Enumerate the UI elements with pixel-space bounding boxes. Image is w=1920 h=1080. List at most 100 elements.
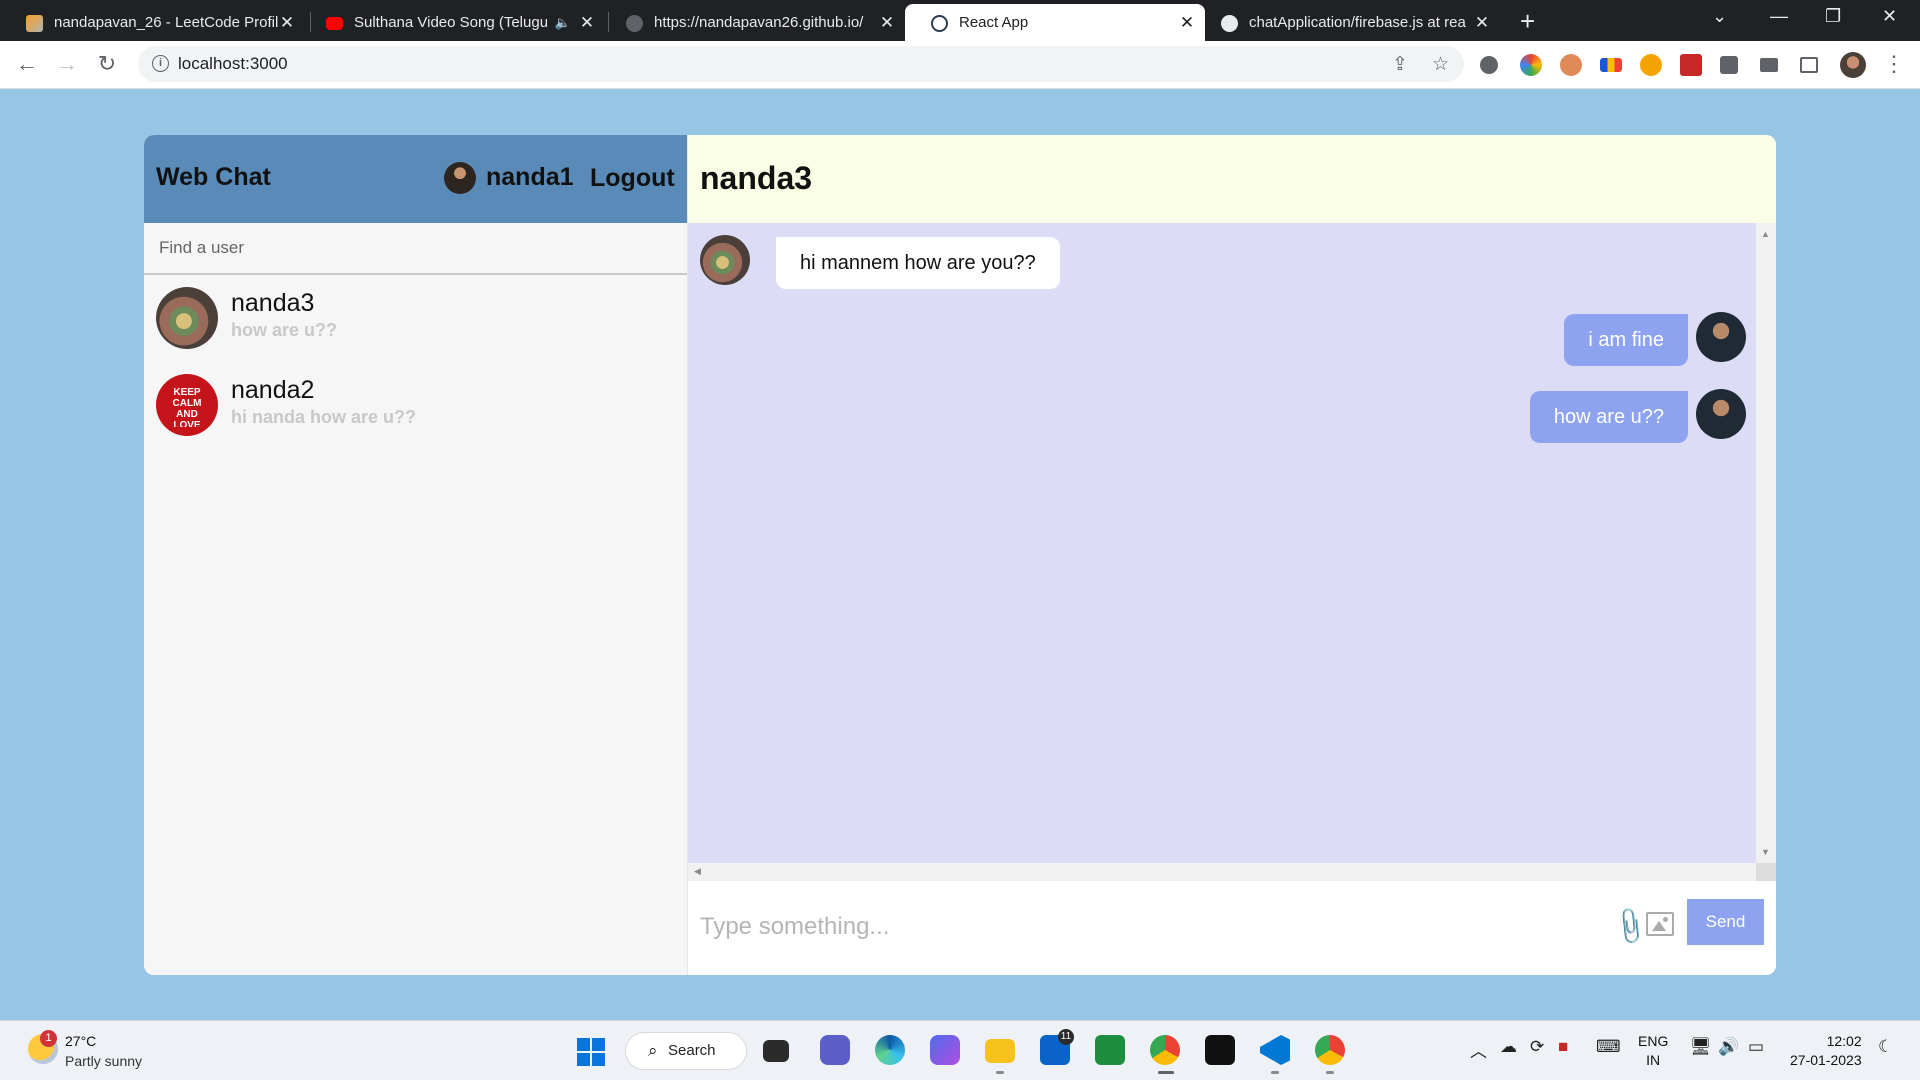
back-icon[interactable]: ← <box>13 50 41 78</box>
weather-badge: 1 <box>40 1030 57 1047</box>
close-icon[interactable]: ✕ <box>1474 13 1490 33</box>
address-url[interactable]: localhost:3000 <box>178 54 288 74</box>
send-button[interactable]: Send <box>1687 899 1764 945</box>
app-logo: Web Chat <box>156 163 271 191</box>
forward-icon[interactable]: → <box>53 50 81 78</box>
tab-leetcode[interactable]: nandapavan_26 - LeetCode Profil ✕ <box>0 4 305 41</box>
scroll-left-icon[interactable]: ◀ <box>694 866 701 877</box>
tab-search-chevron-icon[interactable]: ⌄ <box>1712 6 1727 27</box>
windows-start-icon[interactable] <box>577 1038 605 1066</box>
language-code: ENG <box>1638 1033 1669 1049</box>
chevron-up-icon[interactable]: ︿ <box>1470 1037 1487 1062</box>
teams-chat-icon[interactable] <box>820 1035 850 1065</box>
close-icon[interactable]: ✕ <box>879 13 895 33</box>
tab-github[interactable]: chatApplication/firebase.js at rea ✕ <box>1195 4 1500 41</box>
scroll-up-icon[interactable]: ▲ <box>1761 229 1770 239</box>
reload-icon[interactable]: ↻ <box>93 50 121 78</box>
tab-youtube[interactable]: Sulthana Video Song (Telugu 🔈 ✕ <box>300 4 605 41</box>
pen-extension-icon[interactable] <box>1640 54 1662 76</box>
stats-extension-icon[interactable] <box>1600 58 1622 72</box>
browser-tab-strip: nandapavan_26 - LeetCode Profil ✕ Sultha… <box>0 0 1920 41</box>
region-code: IN <box>1646 1052 1661 1068</box>
horizontal-scrollbar[interactable]: ◀ ▶ <box>688 863 1776 881</box>
logout-button[interactable]: Logout <box>590 164 675 193</box>
chrome-profile-icon[interactable] <box>1315 1035 1345 1065</box>
taskbar-search-button[interactable]: ⌕ Search <box>625 1032 747 1070</box>
chat-item-nanda3[interactable]: nanda3 how are u?? <box>144 275 687 362</box>
weather-temperature[interactable]: 27°C <box>65 1033 96 1049</box>
tab-label: React App <box>959 14 1029 31</box>
globe-icon <box>626 15 643 32</box>
current-user-avatar <box>444 162 476 194</box>
close-icon[interactable]: ✕ <box>1179 13 1195 33</box>
chat-header: nanda3 <box>688 135 1776 223</box>
avatar <box>156 287 218 349</box>
side-panel-icon[interactable] <box>1800 57 1818 73</box>
chat-panel: nanda3 hi mannem how are you?? i am fine… <box>688 135 1776 975</box>
running-indicator <box>996 1071 1004 1074</box>
active-indicator <box>1158 1071 1174 1074</box>
profile-avatar[interactable] <box>1840 52 1866 78</box>
search-input[interactable] <box>144 223 687 273</box>
tab-github-io[interactable]: https://nandapavan26.github.io/ ✕ <box>600 4 905 41</box>
address-bar[interactable]: i localhost:3000 ⇪ ☆ <box>138 46 1464 82</box>
restore-icon[interactable]: ❐ <box>1825 6 1841 27</box>
bookmark-star-icon[interactable]: ☆ <box>1432 53 1449 76</box>
scroll-down-icon[interactable]: ▼ <box>1761 847 1770 857</box>
task-view-icon[interactable] <box>763 1040 789 1062</box>
site-info-icon[interactable]: i <box>152 55 169 72</box>
message-bubble-incoming: hi mannem how are you?? <box>776 237 1060 289</box>
message-bubble-outgoing: i am fine <box>1564 314 1688 366</box>
tab-react-app[interactable]: React App ✕ <box>905 4 1205 41</box>
bug-extension-icon[interactable] <box>1480 56 1498 74</box>
sync-icon[interactable]: ⟳ <box>1530 1037 1544 1057</box>
running-indicator <box>1326 1071 1334 1074</box>
github-icon <box>1221 15 1238 32</box>
keyboard-icon[interactable]: ⌨ <box>1596 1037 1621 1057</box>
minimize-icon[interactable]: — <box>1770 6 1788 27</box>
app-tray-icon[interactable]: ■ <box>1558 1037 1568 1057</box>
classroom-icon[interactable] <box>1095 1035 1125 1065</box>
share-icon[interactable]: ⇪ <box>1392 53 1408 76</box>
face-extension-icon[interactable] <box>1560 54 1582 76</box>
chrome-icon[interactable] <box>1150 1035 1180 1065</box>
chat-item-nanda2[interactable]: KEEP CALM AND LOVE CODING nanda2 hi nand… <box>144 362 687 449</box>
file-explorer-icon[interactable] <box>985 1039 1015 1063</box>
tab-label: Sulthana Video Song (Telugu <box>354 14 547 31</box>
add-image-icon[interactable] <box>1646 912 1674 936</box>
color-extension-icon[interactable] <box>1520 54 1542 76</box>
chat-app-container: Web Chat nanda1 Logout nanda3 how are u?… <box>144 135 1776 975</box>
close-icon[interactable]: ✕ <box>279 13 295 33</box>
tab-label: chatApplication/firebase.js at rea <box>1249 14 1466 31</box>
red-extension-icon[interactable] <box>1680 54 1702 76</box>
vscode-icon[interactable] <box>1260 1035 1290 1065</box>
browser-toolbar: ← → ↻ i localhost:3000 ⇪ ☆ ⋮ <box>0 41 1920 89</box>
copilot-icon[interactable] <box>930 1035 960 1065</box>
moon-focus-icon[interactable]: ☾ <box>1878 1037 1893 1057</box>
window-close-icon[interactable]: ✕ <box>1882 6 1897 27</box>
scrollbar-corner <box>1756 863 1776 881</box>
speaker-muted-icon[interactable]: 🔈 <box>555 15 571 31</box>
edge-browser-icon[interactable] <box>875 1035 905 1065</box>
close-icon[interactable]: ✕ <box>579 13 595 33</box>
sidebar-header: Web Chat nanda1 Logout <box>144 135 687 223</box>
avatar <box>700 235 750 285</box>
terminal-icon[interactable] <box>1205 1035 1235 1065</box>
mail-badge: 11 <box>1058 1029 1074 1045</box>
message-bubble-outgoing: how are u?? <box>1529 391 1688 443</box>
new-tab-icon[interactable]: + <box>1520 6 1535 37</box>
battery-icon[interactable]: ▭ <box>1748 1037 1764 1057</box>
avatar <box>1696 312 1746 362</box>
volume-icon[interactable]: 🔊 <box>1718 1037 1739 1057</box>
weather-condition[interactable]: Partly sunny <box>65 1053 142 1069</box>
messages-area[interactable]: hi mannem how are you?? i am fine how ar… <box>688 223 1776 863</box>
language-indicator[interactable]: ENG IN <box>1638 1032 1668 1070</box>
onedrive-cloud-icon[interactable]: ☁ <box>1500 1037 1517 1057</box>
vertical-scrollbar[interactable]: ▲ ▼ <box>1756 223 1776 863</box>
network-icon[interactable]: 🖥 <box>1690 1037 1712 1057</box>
kebab-menu-icon[interactable]: ⋮ <box>1880 50 1908 78</box>
puzzle-extensions-icon[interactable] <box>1720 56 1738 74</box>
message-input[interactable] <box>700 906 1580 948</box>
clock[interactable]: 12:02 27-01-2023 <box>1790 1032 1862 1070</box>
media-queue-icon[interactable] <box>1760 58 1778 72</box>
